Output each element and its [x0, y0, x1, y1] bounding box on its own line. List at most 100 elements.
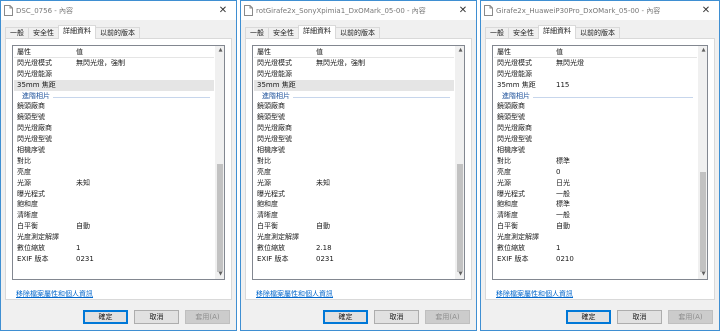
property-name: 鏡頭廠商: [257, 102, 285, 111]
cancel-button[interactable]: 取消: [374, 310, 419, 324]
property-row[interactable]: 閃光燈型號: [14, 134, 214, 145]
property-list[interactable]: 屬性值閃光燈模式 無閃光燈，強制 閃光燈能源 35mm 焦距 進階相片 鏡頭廠商 鏡頭型號閃…: [12, 45, 225, 280]
property-row[interactable]: 曝光程式: [254, 189, 454, 200]
property-row[interactable]: 相機序號: [14, 145, 214, 156]
property-row[interactable]: 相機序號: [254, 145, 454, 156]
property-row[interactable]: 光源 未知: [14, 178, 214, 189]
property-row[interactable]: 光源 未知: [254, 178, 454, 189]
property-row[interactable]: 對比 標準: [494, 156, 697, 167]
tab-details[interactable]: 詳細資料: [58, 25, 96, 39]
tab-strip: 一般 安全性 詳細資料 以前的版本: [485, 25, 620, 39]
property-row[interactable]: 光度測定解譯: [14, 232, 214, 243]
vertical-scrollbar[interactable]: ▲ ▼: [455, 46, 464, 279]
remove-properties-link[interactable]: 移除檔案屬性和個人資訊: [256, 289, 333, 299]
close-button[interactable]: ✕: [450, 1, 476, 20]
property-row[interactable]: 光度測定解譯: [494, 232, 697, 243]
property-name: 光源: [17, 178, 31, 187]
property-row[interactable]: 閃光燈廠商: [494, 123, 697, 134]
property-row[interactable]: 35mm 焦距: [14, 79, 214, 91]
property-row[interactable]: 閃光燈廠商: [14, 123, 214, 134]
scroll-up-arrow-icon[interactable]: ▲: [456, 46, 464, 55]
property-row[interactable]: 數位縮放 1: [14, 243, 214, 254]
property-list[interactable]: 屬性值閃光燈模式 無閃光燈 閃光燈能源 35mm 焦距 115 進階相片 鏡頭廠商 鏡頭型號閃…: [492, 45, 708, 280]
property-row[interactable]: 閃光燈能源: [494, 69, 697, 80]
close-icon: ✕: [458, 5, 468, 16]
tab-details[interactable]: 詳細資料: [538, 25, 576, 39]
property-row[interactable]: 曝光程式 一般: [494, 189, 697, 200]
property-row[interactable]: 閃光燈模式 無閃光燈，強制: [254, 58, 454, 69]
scroll-down-arrow-icon[interactable]: ▼: [456, 270, 464, 279]
property-row[interactable]: 閃光燈模式 無閃光燈，強制: [14, 58, 214, 69]
property-row[interactable]: 清晰度: [254, 210, 454, 221]
column-header-value[interactable]: 值: [76, 47, 214, 57]
ok-button[interactable]: 確定: [566, 310, 611, 324]
property-row[interactable]: 數位縮放 1: [494, 243, 697, 254]
remove-properties-link[interactable]: 移除檔案屬性和個人資訊: [16, 289, 93, 299]
property-row[interactable]: 曝光程式: [14, 189, 214, 200]
column-header-property[interactable]: 屬性: [254, 47, 316, 57]
property-row[interactable]: EXIF 版本 0231: [254, 254, 454, 265]
scrollbar-thumb[interactable]: [700, 172, 706, 272]
property-row[interactable]: 鏡頭型號: [14, 112, 214, 123]
cancel-button[interactable]: 取消: [617, 310, 662, 324]
ok-button[interactable]: 確定: [83, 310, 128, 324]
property-name: 數位縮放: [257, 244, 285, 253]
scrollbar-thumb[interactable]: [457, 164, 463, 272]
property-row[interactable]: EXIF 版本 0210: [494, 254, 697, 265]
property-name: 亮度: [257, 167, 271, 176]
property-row[interactable]: 亮度: [254, 167, 454, 178]
property-row[interactable]: 閃光燈型號: [254, 134, 454, 145]
column-header-value[interactable]: 值: [316, 47, 454, 57]
property-name: 閃光燈模式: [17, 58, 52, 67]
property-row[interactable]: 對比: [254, 156, 454, 167]
scroll-down-arrow-icon[interactable]: ▼: [699, 270, 707, 279]
property-row[interactable]: 光源 日光: [494, 178, 697, 189]
property-row[interactable]: EXIF 版本 0231: [14, 254, 214, 265]
property-row[interactable]: 白平衡 自動: [494, 221, 697, 232]
property-row[interactable]: 鏡頭型號: [254, 112, 454, 123]
column-header-property[interactable]: 屬性: [494, 47, 556, 57]
scroll-up-arrow-icon[interactable]: ▲: [699, 46, 707, 55]
ok-button[interactable]: 確定: [323, 310, 368, 324]
property-row[interactable]: 35mm 焦距: [254, 79, 454, 91]
property-row[interactable]: 白平衡 自動: [14, 221, 214, 232]
property-row[interactable]: 鏡頭廠商: [254, 101, 454, 112]
group-header: 進階相片: [494, 90, 697, 102]
remove-properties-link[interactable]: 移除檔案屬性和個人資訊: [496, 289, 573, 299]
property-row[interactable]: 亮度: [14, 167, 214, 178]
property-row[interactable]: 飽和度: [14, 199, 214, 210]
property-row[interactable]: 光度測定解譯: [254, 232, 454, 243]
scroll-down-arrow-icon[interactable]: ▼: [216, 270, 224, 279]
property-row[interactable]: 清晰度: [14, 210, 214, 221]
vertical-scrollbar[interactable]: ▲ ▼: [698, 46, 707, 279]
property-row[interactable]: 飽和度: [254, 199, 454, 210]
vertical-scrollbar[interactable]: ▲ ▼: [215, 46, 224, 279]
property-row[interactable]: 35mm 焦距 115: [494, 80, 697, 91]
cancel-button[interactable]: 取消: [134, 310, 179, 324]
column-header-property[interactable]: 屬性: [14, 47, 76, 57]
column-header-value[interactable]: 值: [556, 47, 697, 57]
property-row[interactable]: 鏡頭型號: [494, 112, 697, 123]
property-row[interactable]: 飽和度 標準: [494, 199, 697, 210]
scroll-up-arrow-icon[interactable]: ▲: [216, 46, 224, 55]
property-value: [76, 167, 214, 178]
property-row[interactable]: 鏡頭廠商: [494, 101, 697, 112]
close-button[interactable]: ✕: [693, 1, 719, 20]
property-row[interactable]: 閃光燈能源: [14, 69, 214, 80]
property-row[interactable]: 對比: [14, 156, 214, 167]
property-row[interactable]: 清晰度 一般: [494, 210, 697, 221]
property-list[interactable]: 屬性值閃光燈模式 無閃光燈，強制 閃光燈能源 35mm 焦距 進階相片 鏡頭廠商 鏡頭型號閃…: [252, 45, 465, 280]
scrollbar-thumb[interactable]: [217, 164, 223, 272]
property-row[interactable]: 白平衡 自動: [254, 221, 454, 232]
property-row[interactable]: 閃光燈廠商: [254, 123, 454, 134]
property-row[interactable]: 亮度 0: [494, 167, 697, 178]
close-button[interactable]: ✕: [210, 1, 236, 20]
tab-details[interactable]: 詳細資料: [298, 25, 336, 39]
tab-strip: 一般 安全性 詳細資料 以前的版本: [245, 25, 380, 39]
property-row[interactable]: 閃光燈能源: [254, 69, 454, 80]
property-row[interactable]: 相機序號: [494, 145, 697, 156]
property-row[interactable]: 數位縮放 2.18: [254, 243, 454, 254]
property-row[interactable]: 閃光燈模式 無閃光燈: [494, 58, 697, 69]
property-row[interactable]: 鏡頭廠商: [14, 101, 214, 112]
property-row[interactable]: 閃光燈型號: [494, 134, 697, 145]
